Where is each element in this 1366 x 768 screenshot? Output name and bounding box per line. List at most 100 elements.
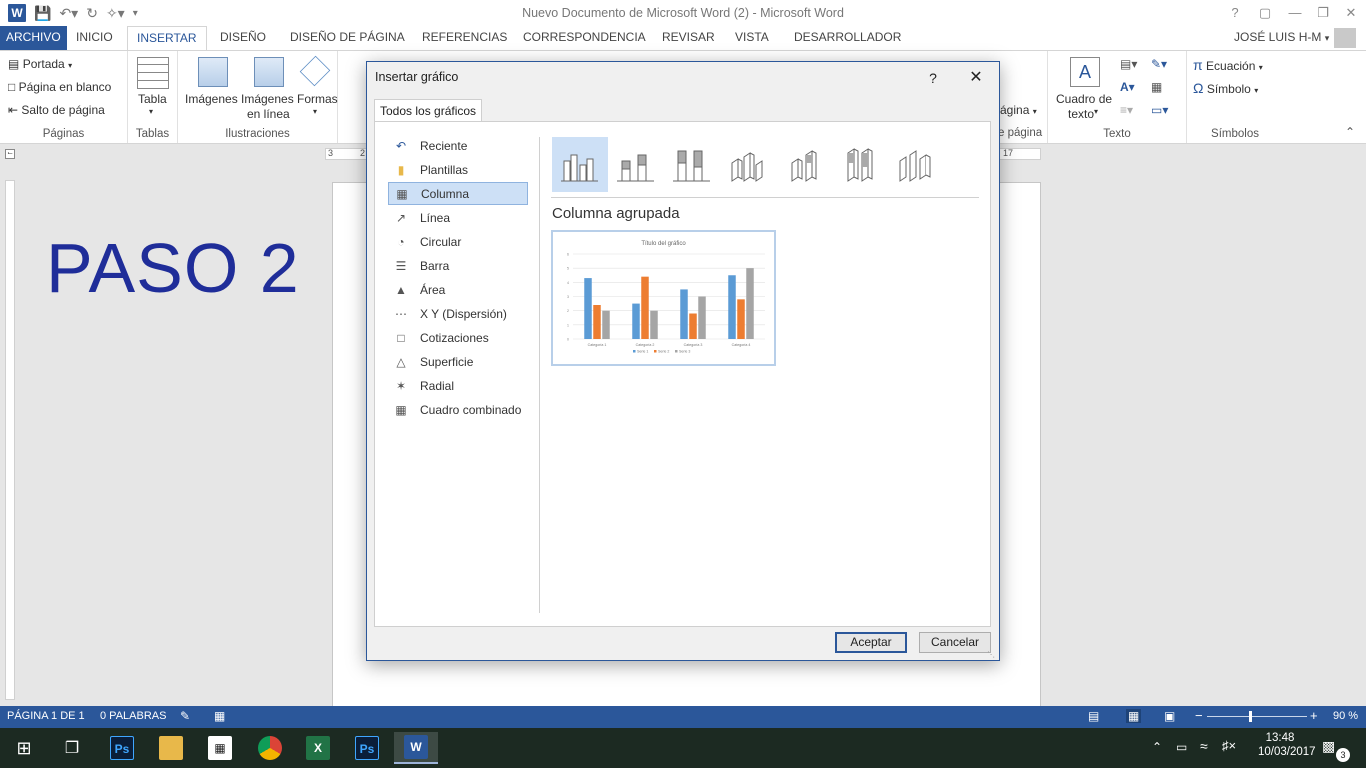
chart-category-item[interactable]: ↶ Reciente <box>388 134 528 157</box>
tabla-button[interactable]: Tabla <box>138 92 167 106</box>
imagenes-button[interactable]: Imágenes <box>185 92 238 106</box>
word-logo-icon[interactable]: W <box>8 4 26 22</box>
chart-category-item[interactable]: ✶ Radial <box>388 374 528 397</box>
clock[interactable]: 13:48 10/03/2017 <box>1258 732 1316 758</box>
page-count[interactable]: PÁGINA 1 DE 1 <box>7 710 85 722</box>
tab-diseno[interactable]: DISEÑO <box>211 26 275 50</box>
chart-subtype-3d-clustered-column[interactable] <box>720 137 776 192</box>
drop-cap-icon[interactable]: ≡▾ <box>1120 103 1133 117</box>
tab-inicio[interactable]: INICIO <box>67 26 122 50</box>
ecuacion-button[interactable]: π Ecuación ▾ <box>1193 57 1263 73</box>
wifi-icon[interactable]: ≈ <box>1200 738 1208 754</box>
wordart-icon[interactable]: A▾ <box>1120 80 1135 94</box>
chart-category-item[interactable]: □ Cotizaciones <box>388 326 528 349</box>
touch-mode-icon[interactable]: ✧▾ <box>106 5 125 22</box>
tab-correspondencia[interactable]: CORRESPONDENCIA <box>514 26 655 50</box>
chart-category-item[interactable]: ▦ Cuadro combinado <box>388 398 528 421</box>
user-avatar[interactable] <box>1334 28 1356 48</box>
taskbar-excel[interactable]: X <box>296 732 340 764</box>
read-mode-icon[interactable]: ▤ <box>1088 709 1099 723</box>
start-button[interactable]: ⊞ <box>2 732 46 764</box>
pagina-partial-button[interactable]: ágina ▾ <box>1000 103 1037 117</box>
taskbar-photoshop-2[interactable]: Ps <box>345 732 389 764</box>
task-view-button[interactable]: ❐ <box>50 732 94 764</box>
vertical-ruler[interactable] <box>0 180 18 706</box>
chart-subtype-clustered-column[interactable] <box>552 137 608 192</box>
proofing-icon[interactable]: ✎ <box>180 709 190 723</box>
save-icon[interactable]: 💾 <box>34 5 51 22</box>
tab-diseno-pagina[interactable]: DISEÑO DE PÁGINA <box>281 26 414 50</box>
zoom-slider-thumb[interactable] <box>1249 711 1252 722</box>
signature-line-icon[interactable]: ✎▾ <box>1151 57 1167 71</box>
chart-category-item[interactable]: ◔ Circular <box>388 230 528 253</box>
chart-subtype-3d-stacked-column[interactable] <box>776 137 832 192</box>
battery-icon[interactable]: ▭ <box>1176 740 1187 754</box>
dialog-help-button[interactable]: ? <box>922 67 944 89</box>
chart-category-item[interactable]: ↗ Línea <box>388 206 528 229</box>
chart-category-item[interactable]: △ Superficie <box>388 350 528 373</box>
ribbon-display-options-icon[interactable]: ▢ <box>1250 2 1280 24</box>
aceptar-button[interactable]: Aceptar <box>835 632 907 653</box>
collapse-ribbon-icon[interactable]: ⌃ <box>1345 125 1355 139</box>
show-hidden-icons[interactable]: ⌃ <box>1152 740 1162 754</box>
undo-icon[interactable]: ↶▾ <box>59 5 78 22</box>
chart-category-item[interactable]: ▲ Área <box>388 278 528 301</box>
zoom-out-icon[interactable]: − <box>1195 708 1203 723</box>
taskbar-word[interactable]: W <box>394 732 438 764</box>
shapes-icon[interactable] <box>299 55 331 87</box>
web-layout-icon[interactable]: ▣ <box>1164 709 1175 723</box>
tab-insertar[interactable]: INSERTAR <box>127 26 207 50</box>
simbolo-button[interactable]: Ω Símbolo ▾ <box>1193 80 1258 96</box>
zoom-in-icon[interactable]: + <box>1310 708 1318 723</box>
chart-subtype-3d-column[interactable] <box>888 137 944 192</box>
word-count[interactable]: 0 PALABRAS <box>100 710 166 722</box>
help-button[interactable]: ? <box>1220 2 1250 24</box>
tab-selector-icon[interactable]: ⌙ <box>5 149 15 159</box>
close-window-icon[interactable]: ✕ <box>1336 2 1366 24</box>
pagina-blanco-button[interactable]: □ Página en blanco <box>8 80 111 94</box>
macro-icon[interactable]: ▦ <box>214 709 225 723</box>
print-layout-icon[interactable]: ▦ <box>1126 709 1142 723</box>
dialog-close-icon[interactable]: ✕ <box>965 67 987 89</box>
date-time-icon[interactable]: ▦ <box>1151 80 1162 94</box>
chart-category-item[interactable]: ▦ Columna <box>388 182 528 205</box>
portada-button[interactable]: ▤ Portada ▾ <box>8 57 72 71</box>
taskbar-calendar[interactable]: ▦ <box>198 732 242 764</box>
tab-archivo[interactable]: ARCHIVO <box>0 26 67 50</box>
taskbar-chrome[interactable] <box>248 732 292 764</box>
tab-desarrollador[interactable]: DESARROLLADOR <box>785 26 910 50</box>
chart-category-item[interactable]: ☰ Barra <box>388 254 528 277</box>
table-icon[interactable] <box>137 57 169 89</box>
restore-icon[interactable]: ❐ <box>1308 2 1338 24</box>
chart-preview[interactable]: Título del gráfico 0 1 2 3 4 5 6 Categoría 1 Cate… <box>551 230 776 366</box>
resize-grip-icon[interactable]: ⋱ <box>987 650 995 659</box>
pictures-icon[interactable] <box>198 57 228 87</box>
object-icon[interactable]: ▭▾ <box>1151 103 1168 117</box>
quick-parts-icon[interactable]: ▤▾ <box>1120 57 1137 71</box>
zoom-level[interactable]: 90 % <box>1333 710 1358 722</box>
taskbar-file-explorer[interactable] <box>149 732 193 764</box>
redo-icon[interactable]: ↻ <box>86 5 98 22</box>
online-pictures-icon[interactable] <box>254 57 284 87</box>
zoom-slider[interactable] <box>1207 716 1307 717</box>
taskbar-photoshop-1[interactable]: Ps <box>100 732 144 764</box>
cuadro-texto-button[interactable]: Cuadro de <box>1056 92 1112 106</box>
text-box-icon[interactable]: A <box>1070 57 1100 87</box>
chart-category-item[interactable]: ▮ Plantillas <box>388 158 528 181</box>
user-account[interactable]: JOSÉ LUIS H-M ▾ <box>1225 26 1338 50</box>
volume-muted-icon[interactable]: ♯× <box>1222 738 1236 753</box>
formas-button[interactable]: Formas <box>297 92 338 106</box>
chart-subtype-100-stacked-column[interactable] <box>664 137 720 192</box>
minimize-icon[interactable]: — <box>1280 2 1310 24</box>
imagenes-linea-button[interactable]: Imágenes <box>241 92 294 106</box>
salto-pagina-button[interactable]: ⇤ Salto de página <box>8 103 105 117</box>
tab-revisar[interactable]: REVISAR <box>653 26 724 50</box>
action-center-icon[interactable]: ▩ <box>1322 738 1335 755</box>
cancelar-button[interactable]: Cancelar <box>919 632 991 653</box>
chart-subtype-stacked-column[interactable] <box>608 137 664 192</box>
chart-category-item[interactable]: ⋯ X Y (Dispersión) <box>388 302 528 325</box>
tab-referencias[interactable]: REFERENCIAS <box>413 26 516 50</box>
chart-subtype-3d-100-stacked-column[interactable] <box>832 137 888 192</box>
tab-vista[interactable]: VISTA <box>726 26 778 50</box>
customize-qat-icon[interactable]: ▾ <box>133 8 138 19</box>
